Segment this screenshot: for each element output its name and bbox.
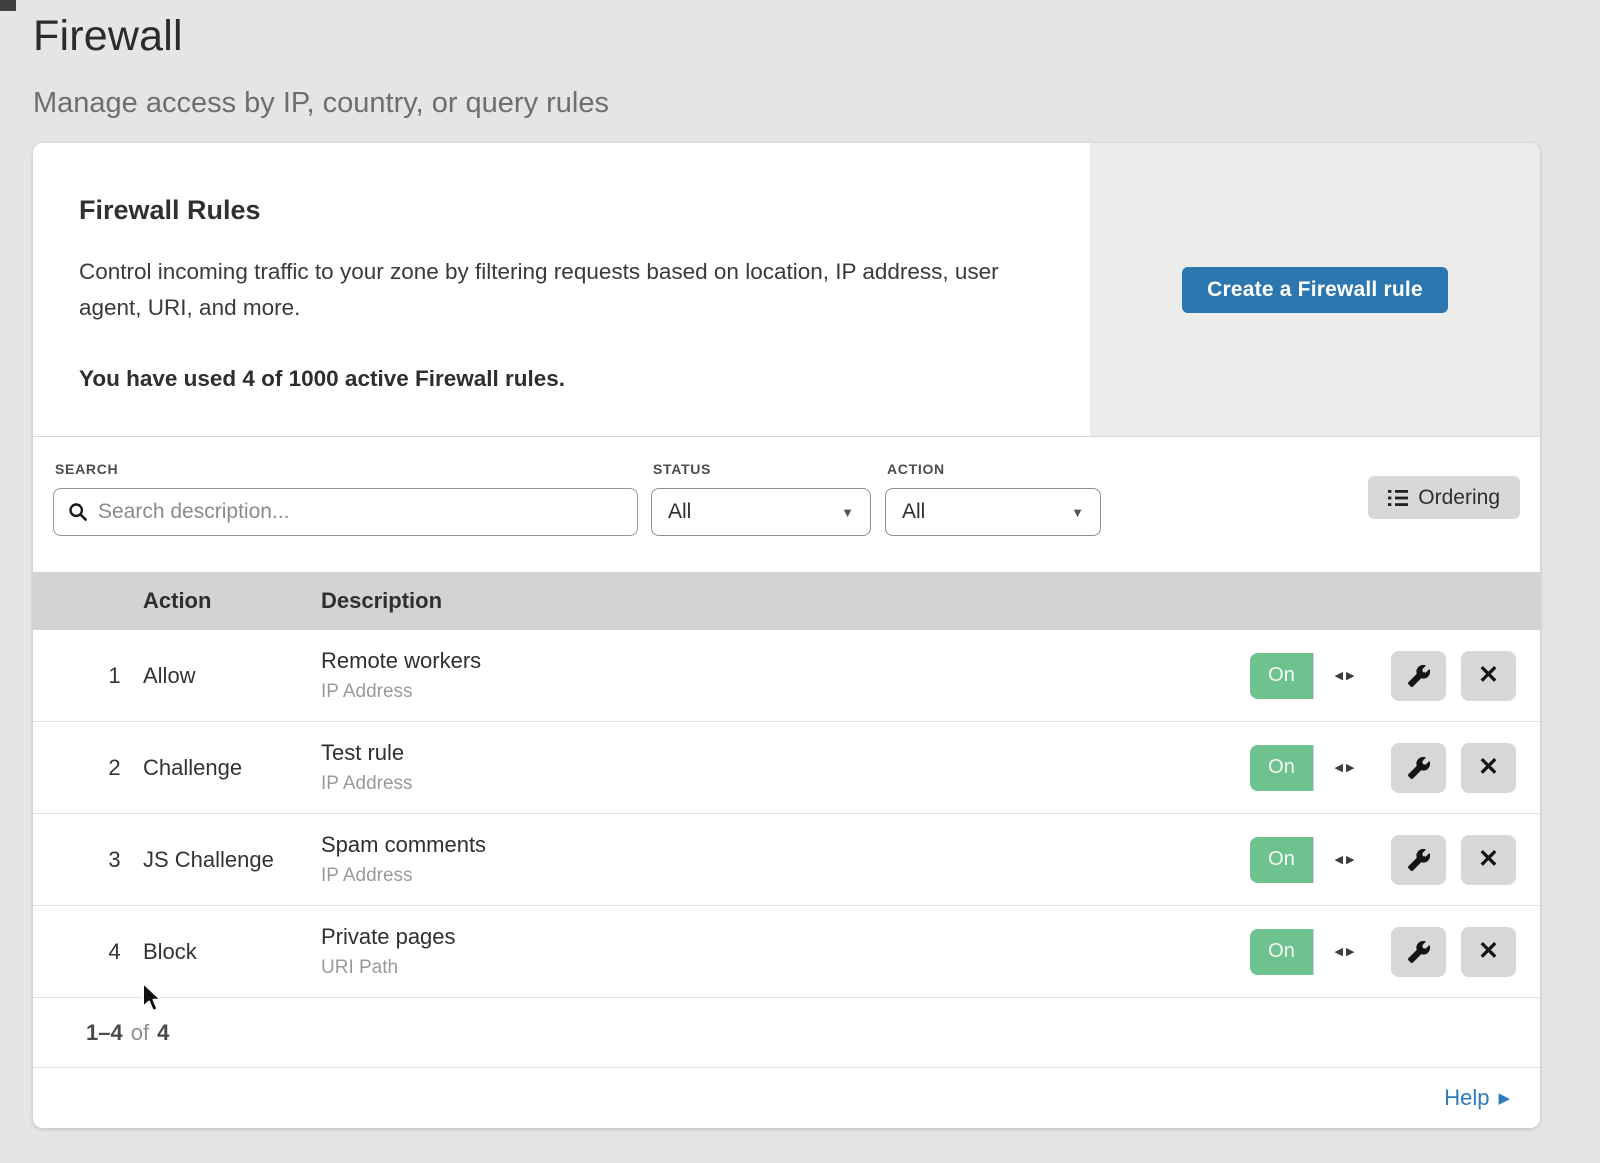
rule-controls: On ◀▶ ✕ bbox=[1250, 927, 1540, 977]
rule-toggle[interactable]: On ◀▶ bbox=[1250, 653, 1375, 699]
chevron-down-icon: ▼ bbox=[1071, 505, 1084, 520]
column-header-action: Action bbox=[143, 588, 321, 614]
action-select[interactable]: All ▼ bbox=[885, 488, 1101, 536]
delete-rule-button[interactable]: ✕ bbox=[1461, 743, 1516, 793]
rule-priority: 4 bbox=[33, 939, 143, 965]
table-row: 2 Challenge Test rule IP Address On ◀▶ ✕ bbox=[33, 722, 1540, 814]
ordering-button[interactable]: Ordering bbox=[1368, 476, 1520, 519]
wrench-icon bbox=[1408, 665, 1430, 687]
rule-match-type: IP Address bbox=[321, 773, 1250, 795]
close-icon: ✕ bbox=[1478, 939, 1499, 964]
search-label: SEARCH bbox=[55, 461, 638, 477]
pagination-range: 1–4 bbox=[86, 1020, 123, 1046]
delete-rule-button[interactable]: ✕ bbox=[1461, 927, 1516, 977]
rule-toggle[interactable]: On ◀▶ bbox=[1250, 837, 1375, 883]
table-row: 4 Block Private pages URI Path On ◀▶ ✕ bbox=[33, 906, 1540, 998]
rule-match-type: IP Address bbox=[321, 681, 1250, 703]
rule-priority: 2 bbox=[33, 755, 143, 781]
status-select-value: All bbox=[668, 500, 691, 524]
firewall-rules-card: Firewall Rules Control incoming traffic … bbox=[33, 143, 1540, 1128]
table-row: 3 JS Challenge Spam comments IP Address … bbox=[33, 814, 1540, 906]
rule-controls: On ◀▶ ✕ bbox=[1250, 651, 1540, 701]
wrench-icon bbox=[1408, 941, 1430, 963]
column-header-description: Description bbox=[321, 588, 1540, 614]
toggle-on-label: On bbox=[1250, 653, 1313, 699]
delete-rule-button[interactable]: ✕ bbox=[1461, 651, 1516, 701]
toggle-knob[interactable]: ◀▶ bbox=[1313, 929, 1375, 975]
edit-rule-button[interactable] bbox=[1391, 835, 1446, 885]
rule-priority: 1 bbox=[33, 663, 143, 689]
chevron-down-icon: ▼ bbox=[841, 505, 854, 520]
arrow-right-icon: ▶ bbox=[1346, 669, 1354, 682]
arrow-right-icon: ▶ bbox=[1346, 945, 1354, 958]
intro-section: Firewall Rules Control incoming traffic … bbox=[33, 143, 1540, 437]
arrow-left-icon: ◀ bbox=[1335, 669, 1343, 682]
close-icon: ✕ bbox=[1478, 755, 1499, 780]
edit-rule-button[interactable] bbox=[1391, 927, 1446, 977]
page-title: Firewall bbox=[33, 12, 1600, 61]
page-header: Firewall Manage access by IP, country, o… bbox=[0, 0, 1600, 120]
rule-description: Test rule bbox=[321, 740, 1250, 766]
wrench-icon bbox=[1408, 849, 1430, 871]
intro-body: Control incoming traffic to your zone by… bbox=[79, 254, 1039, 326]
ordered-list-icon bbox=[1388, 489, 1408, 507]
ordering-button-label: Ordering bbox=[1418, 486, 1500, 510]
table-header: # Action Description bbox=[33, 572, 1540, 630]
toggle-knob[interactable]: ◀▶ bbox=[1313, 653, 1375, 699]
rule-toggle[interactable]: On ◀▶ bbox=[1250, 745, 1375, 791]
intro-text: Firewall Rules Control incoming traffic … bbox=[33, 143, 1090, 436]
rule-match-type: IP Address bbox=[321, 865, 1250, 887]
arrow-left-icon: ◀ bbox=[1335, 761, 1343, 774]
toggle-on-label: On bbox=[1250, 745, 1313, 791]
action-label: ACTION bbox=[887, 461, 1101, 477]
rule-action: Block bbox=[143, 939, 321, 965]
pagination-of: of bbox=[131, 1020, 149, 1046]
rule-description: Private pages bbox=[321, 924, 1250, 950]
rule-description: Spam comments bbox=[321, 832, 1250, 858]
status-select[interactable]: All ▼ bbox=[651, 488, 871, 536]
rule-action: JS Challenge bbox=[143, 847, 321, 873]
arrow-left-icon: ◀ bbox=[1335, 945, 1343, 958]
action-select-value: All bbox=[902, 500, 925, 524]
toggle-on-label: On bbox=[1250, 837, 1313, 883]
search-box[interactable] bbox=[53, 488, 638, 536]
rule-toggle[interactable]: On ◀▶ bbox=[1250, 929, 1375, 975]
toggle-on-label: On bbox=[1250, 929, 1313, 975]
usage-count: You have used 4 of 1000 active Firewall … bbox=[79, 366, 1050, 392]
rule-controls: On ◀▶ ✕ bbox=[1250, 835, 1540, 885]
rule-description: Remote workers bbox=[321, 648, 1250, 674]
toggle-knob[interactable]: ◀▶ bbox=[1313, 745, 1375, 791]
search-icon bbox=[68, 502, 88, 522]
pagination-total: 4 bbox=[157, 1020, 169, 1046]
toggle-knob[interactable]: ◀▶ bbox=[1313, 837, 1375, 883]
delete-rule-button[interactable]: ✕ bbox=[1461, 835, 1516, 885]
arrow-right-icon: ▶ bbox=[1346, 761, 1354, 774]
arrow-left-icon: ◀ bbox=[1335, 853, 1343, 866]
intro-aside: Create a Firewall rule bbox=[1090, 143, 1540, 436]
window-corner-notch bbox=[0, 0, 16, 11]
rule-match-type: URI Path bbox=[321, 957, 1250, 979]
rule-action: Challenge bbox=[143, 755, 321, 781]
create-firewall-rule-button[interactable]: Create a Firewall rule bbox=[1182, 267, 1448, 313]
help-link-label: Help bbox=[1444, 1085, 1489, 1111]
status-label: STATUS bbox=[653, 461, 871, 477]
table-row: 1 Allow Remote workers IP Address On ◀▶ … bbox=[33, 630, 1540, 722]
pagination: 1–4 of 4 bbox=[33, 998, 1540, 1068]
page-subtitle: Manage access by IP, country, or query r… bbox=[33, 87, 1600, 120]
close-icon: ✕ bbox=[1478, 847, 1499, 872]
help-link[interactable]: Help ▶ bbox=[1444, 1085, 1510, 1111]
rule-controls: On ◀▶ ✕ bbox=[1250, 743, 1540, 793]
wrench-icon bbox=[1408, 757, 1430, 779]
rule-action: Allow bbox=[143, 663, 321, 689]
help-bar: Help ▶ bbox=[33, 1068, 1540, 1128]
close-icon: ✕ bbox=[1478, 663, 1499, 688]
search-input[interactable] bbox=[98, 500, 623, 524]
edit-rule-button[interactable] bbox=[1391, 651, 1446, 701]
filters-bar: SEARCH STATUS All ▼ ACTION All ▼ bbox=[33, 437, 1540, 572]
arrow-right-icon: ▶ bbox=[1346, 853, 1354, 866]
arrow-right-icon: ▶ bbox=[1498, 1089, 1510, 1107]
intro-heading: Firewall Rules bbox=[79, 195, 1050, 226]
edit-rule-button[interactable] bbox=[1391, 743, 1446, 793]
rule-priority: 3 bbox=[33, 847, 143, 873]
